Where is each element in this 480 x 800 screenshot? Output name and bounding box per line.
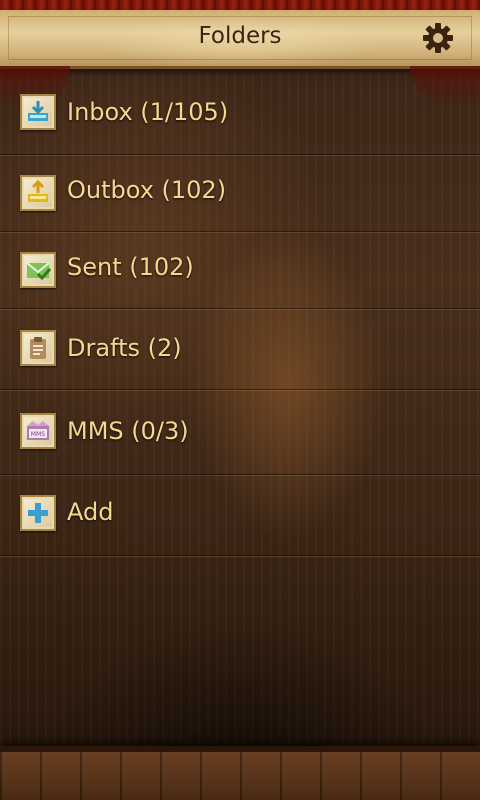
header-bar: Folders bbox=[0, 10, 480, 69]
folder-item-mms[interactable]: MMS MMS (0/3) bbox=[0, 390, 480, 475]
settings-button[interactable] bbox=[422, 22, 454, 54]
folder-label-drafts: Drafts (2) bbox=[67, 334, 182, 362]
mms-icon-text: MMS bbox=[31, 431, 45, 438]
stage-floor bbox=[0, 746, 480, 800]
folder-label-add: Add bbox=[67, 498, 114, 526]
folder-item-inbox[interactable]: Inbox (1/105) bbox=[0, 74, 480, 155]
gear-icon bbox=[423, 23, 453, 53]
outbox-upload-icon bbox=[20, 175, 56, 211]
sent-envelope-check-icon bbox=[20, 252, 56, 288]
plus-icon bbox=[20, 495, 56, 531]
folder-item-add[interactable]: Add bbox=[0, 475, 480, 556]
folder-item-drafts[interactable]: Drafts (2) bbox=[0, 309, 480, 390]
folder-item-outbox[interactable]: Outbox (102) bbox=[0, 155, 480, 232]
mms-envelope-icon: MMS bbox=[20, 413, 56, 449]
folder-label-sent: Sent (102) bbox=[67, 253, 194, 281]
folder-item-sent[interactable]: Sent (102) bbox=[0, 232, 480, 309]
folder-label-inbox: Inbox (1/105) bbox=[67, 98, 229, 126]
folder-label-mms: MMS (0/3) bbox=[67, 417, 189, 445]
clipboard-drafts-icon bbox=[20, 330, 56, 366]
folder-label-outbox: Outbox (102) bbox=[67, 176, 227, 204]
inbox-download-icon bbox=[20, 94, 56, 130]
folder-list: Inbox (1/105) Outbox (102) Sent (102) Dr… bbox=[0, 74, 480, 556]
page-title: Folders bbox=[198, 23, 282, 49]
